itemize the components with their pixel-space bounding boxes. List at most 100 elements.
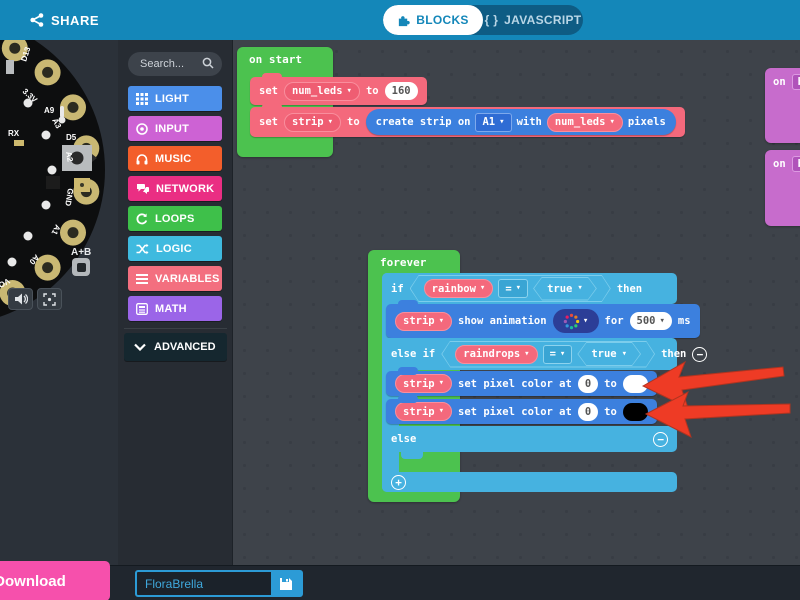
index-value[interactable]: 0 [578,375,598,393]
else-if-row[interactable]: else if raindrops ▾ = ▾ true ▾ then − [382,338,677,370]
rainbow-animation-icon [563,313,580,330]
else-row[interactable]: else − [382,426,677,452]
tab-blocks[interactable]: BLOCKS [383,5,483,35]
set-pixel-label: set pixel color at [458,378,572,390]
search-icon [202,57,214,69]
variable-dropdown[interactable]: strip ▾ [395,374,452,393]
color-picker-black[interactable] [623,403,648,421]
animation-dropdown[interactable]: ▾ [553,309,599,333]
ab-button[interactable] [72,258,90,276]
set-pixel-color-block[interactable]: strip ▾ set pixel color at 0 to [386,371,657,396]
category-logic[interactable]: LOGIC [128,236,222,261]
button-dropdown[interactable]: bu [792,156,800,172]
remove-branch-button[interactable]: − [692,347,707,362]
list-icon [136,273,148,285]
download-button[interactable]: Download [0,561,110,600]
remove-branch-button[interactable]: − [653,432,668,447]
caret-icon: ▾ [439,407,444,416]
if-label: if [391,283,404,295]
makecode-editor: SHARE BLOCKS { } JAVASCRIPT [0,0,800,600]
tab-javascript[interactable]: { } JAVASCRIPT [483,5,583,35]
on-start-label: on start [249,53,302,66]
pin-dropdown[interactable]: A1 ▾ [475,113,511,132]
then-label: then [661,348,686,360]
number-value[interactable]: 160 [385,82,418,100]
show-animation-block[interactable]: strip ▾ show animation ▾ for 500 ▾ ms [386,304,700,338]
category-music[interactable]: MUSIC [128,146,222,171]
operator-dropdown[interactable]: = ▾ [498,279,528,298]
ab-button-label: A+B [71,247,91,258]
volume-button[interactable] [8,288,33,310]
forever-label: forever [380,256,426,269]
on-button-block[interactable]: on bu set [765,68,800,143]
variable-dropdown[interactable]: strip ▾ [395,402,452,421]
category-math[interactable]: MATH [128,296,222,321]
chevron-down-icon [134,343,146,351]
statement-notch [401,452,423,459]
add-branch-row[interactable]: + [382,472,677,492]
screenshot-button[interactable] [37,288,62,310]
loop-icon [136,213,148,225]
board-label-rx: RX [8,129,20,138]
target-icon [136,123,148,135]
advanced-button[interactable]: ADVANCED [124,333,227,361]
save-button[interactable] [271,572,301,595]
on-label: on [773,76,786,88]
category-label: LOOPS [155,213,195,225]
category-variables[interactable]: VARIABLES [128,266,222,291]
to-label: to [604,378,617,390]
variable-dropdown[interactable]: rainbow ▾ [424,279,494,298]
to-label: to [347,116,360,128]
caret-icon: ▾ [577,284,582,293]
braces-icon: { } [485,13,499,27]
condition-slot: rainbow ▾ = ▾ true ▾ [411,276,610,301]
variable-dropdown[interactable]: raindrops ▾ [455,345,537,364]
else-if-label: else if [391,348,435,360]
show-animation-label: show animation [458,315,547,327]
operator-dropdown[interactable]: = ▾ [543,345,573,364]
caret-icon: ▾ [439,317,444,326]
create-strip-block[interactable]: create strip on A1 ▾ with num_leds ▾ pix… [366,109,676,135]
add-branch-button[interactable]: + [391,475,406,490]
set-label: set [259,116,278,128]
share-button[interactable]: SHARE [30,10,99,30]
share-label: SHARE [51,13,99,28]
simulator-panel: D13 A9 RX D5 3.3V A3 A2 GND A1 A0 VOUT A… [0,40,118,600]
category-light[interactable]: LIGHT [128,86,222,111]
button-dropdown[interactable]: bu [792,74,800,90]
true-dropdown[interactable]: true ▾ [578,343,640,365]
variable-dropdown[interactable]: strip ▾ [395,312,452,331]
with-label: with [517,116,542,128]
variable-dropdown[interactable]: num_leds ▾ [547,113,623,132]
variable-dropdown[interactable]: num_leds ▾ [284,82,360,101]
duration-dropdown[interactable]: 500 ▾ [630,312,672,330]
index-value[interactable]: 0 [578,403,598,421]
if-row[interactable]: if rainbow ▾ = ▾ true ▾ then [382,273,677,304]
volume-icon [14,293,28,305]
set-strip-block[interactable]: set strip ▾ to create strip on A1 ▾ with… [250,107,685,137]
category-network[interactable]: NETWORK [128,176,222,201]
caret-icon: ▾ [622,350,627,359]
else-label: else [391,433,416,445]
caret-icon: ▾ [583,317,588,326]
project-name-input[interactable] [137,572,271,595]
shuffle-icon [136,243,149,255]
then-label: then [617,283,642,295]
on-button-block[interactable]: on bu set [765,150,800,226]
condition-slot: raindrops ▾ = ▾ true ▾ [442,342,654,367]
puzzle-icon [397,14,410,27]
for-label: for [605,315,624,327]
project-name-field [135,570,303,597]
true-dropdown[interactable]: true ▾ [534,278,596,300]
category-input[interactable]: INPUT [128,116,222,141]
color-picker-white[interactable] [623,375,648,393]
set-num-leds-block[interactable]: set num_leds ▾ to 160 [250,77,427,105]
chat-icon [136,183,149,195]
tab-blocks-label: BLOCKS [416,13,468,27]
board-label-a9: A9 [44,106,55,115]
variable-dropdown[interactable]: strip ▾ [284,113,341,132]
caret-icon: ▾ [560,350,565,359]
category-loops[interactable]: LOOPS [128,206,222,231]
editor-toggle: BLOCKS { } JAVASCRIPT [383,5,583,35]
set-pixel-color-block[interactable]: strip ▾ set pixel color at 0 to [386,399,657,424]
